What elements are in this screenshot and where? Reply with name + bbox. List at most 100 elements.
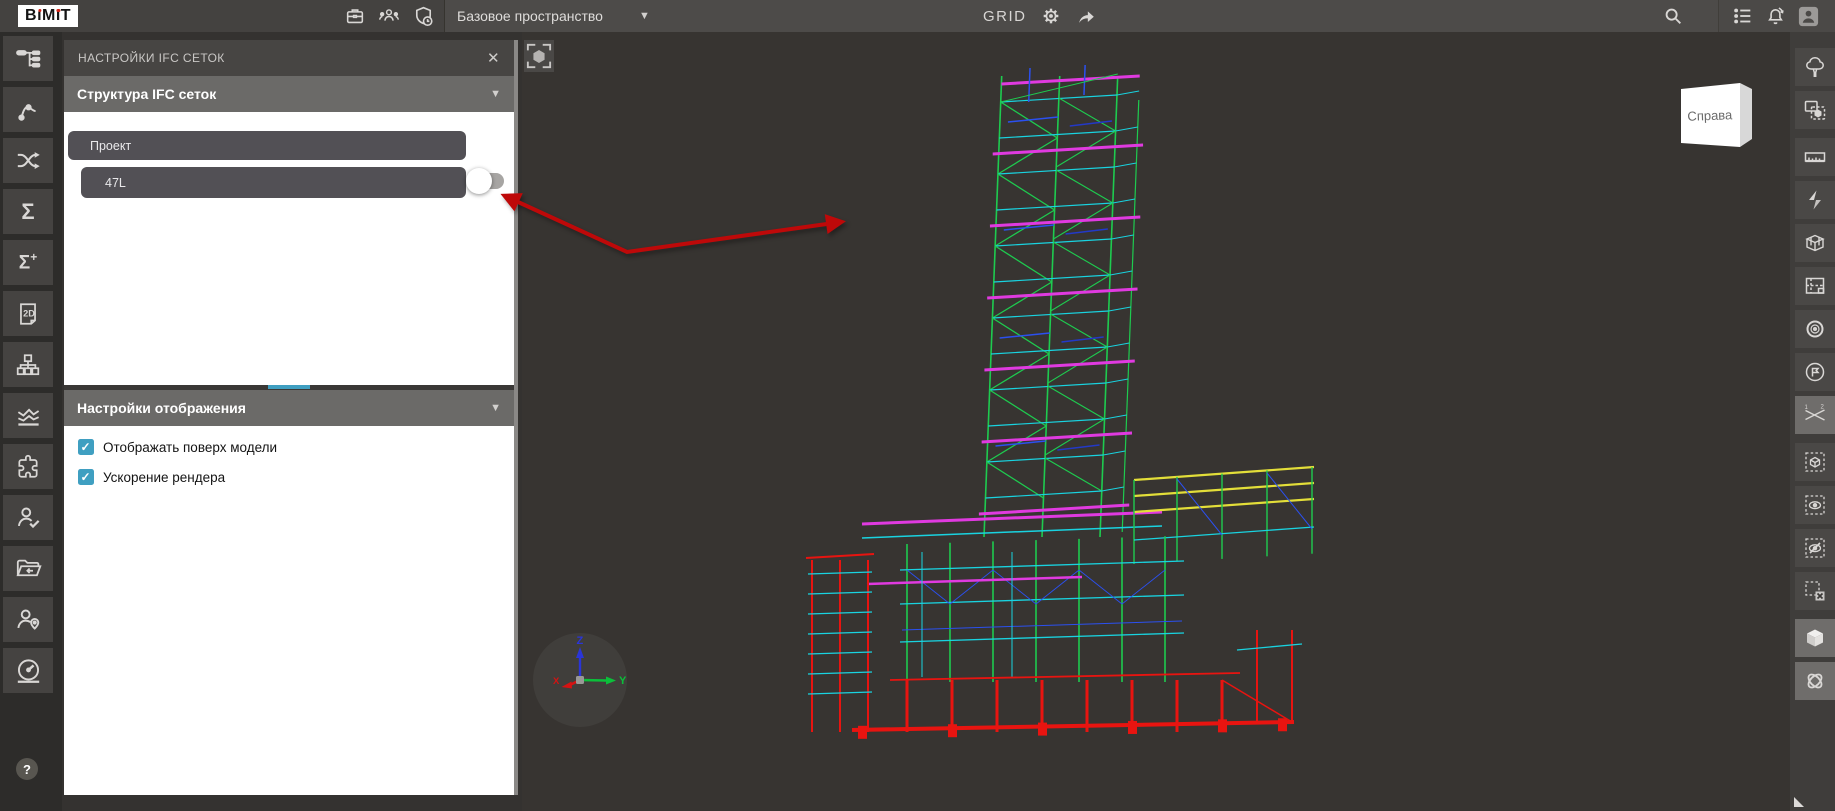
help-button[interactable]: ? [16,758,38,780]
share-icon[interactable] [1075,5,1097,27]
cloud-status-icon[interactable] [412,5,435,28]
chevron-down-icon: ▼ [490,89,501,100]
workspace-label: Базовое пространство [457,8,603,24]
svg-text:2D: 2D [23,308,35,318]
profile-icon[interactable] [1797,5,1820,28]
tool-flag-point[interactable] [1795,353,1835,391]
viewport-3d[interactable]: Справа Z Y X [522,32,1790,811]
tool-orbit-view[interactable] [1795,662,1835,700]
tree-node-47l[interactable]: 47L [81,167,466,198]
search-icon[interactable] [1662,5,1684,27]
tool-show-hidden[interactable] [1795,486,1835,524]
puzzle-icon [15,454,41,480]
axis-y-label: Y [619,675,627,687]
tool-clear-selection[interactable] [1795,572,1835,610]
section-display-title: Настройки отображения [77,400,246,416]
floor-plan-icon [1803,274,1827,298]
section-structure-header[interactable]: Структура IFC сеток ▼ [64,76,514,112]
ruler-icon [1803,145,1827,169]
target-icon [1803,317,1827,341]
tool-sigma-plus[interactable]: Σ+ [3,240,53,285]
briefcase-icon[interactable] [344,5,366,27]
view-cube[interactable]: Справа [1680,82,1756,152]
tool-gauge[interactable] [3,648,53,693]
tool-flash-section[interactable] [1795,181,1835,219]
tool-plugin-puzzle[interactable] [3,444,53,489]
tool-hierarchy[interactable] [3,342,53,387]
structure-tree-content: Проект 47L [64,112,514,385]
user-location-icon [15,606,42,633]
tool-sigma[interactable]: Σ [3,189,53,234]
display-settings-content: Отображать поверх модели Ускорение ренде… [64,426,514,795]
tool-user-check[interactable] [3,495,53,540]
tool-line-chart[interactable] [3,393,53,438]
project-title: GRID [983,8,1027,25]
section-box-icon [1803,231,1827,255]
tool-ruler[interactable] [1795,138,1835,176]
tool-sheet-2d[interactable]: 2D [3,291,53,336]
tool-folder-share[interactable] [3,546,53,591]
team-icon[interactable] [377,5,401,27]
tool-grid-axes[interactable]: 12 [1795,396,1835,434]
ifc-grid-settings-panel: НАСТРОЙКИ IFC СЕТОК ✕ Структура IFC сето… [64,40,518,795]
section-structure-title: Структура IFC сеток [77,86,216,102]
left-toolbar: Σ Σ+ 2D [0,32,62,811]
resize-grip-icon[interactable] [1794,797,1804,807]
top-bar-right [1718,0,1835,32]
panel-title: НАСТРОЙКИ IFC СЕТОК [78,51,225,65]
focus-button[interactable] [524,40,554,72]
axis-gizmo[interactable]: Z Y X [533,633,627,727]
model-3d-wireframe [522,32,1790,811]
eye-off-icon [1803,536,1827,560]
gauge-icon [15,657,42,684]
panel-section-divider [64,385,514,390]
folder-share-icon [15,555,42,582]
workspace-selector[interactable]: Базовое пространство ▼ [457,0,650,32]
view-cube-label: Справа [1687,107,1733,124]
visibility-toggle[interactable] [466,168,492,194]
checkbox-icon[interactable] [78,439,94,455]
checkbox-overlay-model[interactable]: Отображать поверх модели [78,439,277,455]
settings-gear-icon[interactable] [1040,5,1062,27]
eye-icon [1803,493,1827,517]
geometry-path-icon [15,97,41,123]
axis-x-label: X [553,676,560,687]
shuffle-icon [15,147,42,174]
tool-geometry-path[interactable] [3,87,53,132]
tool-section-box[interactable] [1795,224,1835,262]
top-bar: BıMıT Базовое пространство ▼ GRID [0,0,1835,32]
tool-solid-view[interactable] [1795,619,1835,657]
nature-tree-icon [1803,55,1827,79]
tree-node-project[interactable]: Проект [68,131,466,160]
sigma-plus-icon: Σ+ [19,250,37,274]
user-check-icon [15,504,42,531]
menu-list-icon[interactable] [1732,5,1754,27]
structure-tree-icon [15,45,42,72]
tool-floor-plan[interactable] [1795,267,1835,305]
grid-axes-icon: 12 [1803,403,1827,427]
application-window: BıMıT Базовое пространство ▼ GRID [0,0,1835,811]
chevron-down-icon: ▼ [639,11,650,22]
close-icon[interactable]: ✕ [487,49,500,67]
tool-user-location[interactable] [3,597,53,642]
resize-handle[interactable] [268,385,310,389]
app-logo: BıMıT [18,5,78,27]
line-chart-icon [15,402,42,429]
svg-text:1: 1 [1805,405,1809,411]
tool-selection-overlap[interactable] [1795,91,1835,129]
tool-structure-tree[interactable] [3,36,53,81]
tool-nature-tree[interactable] [1795,48,1835,86]
axis-z-label: Z [577,635,584,647]
tool-shuffle[interactable] [3,138,53,183]
right-toolbar: 12 [1790,32,1835,811]
tool-hide-object[interactable] [1795,529,1835,567]
checkbox-icon[interactable] [78,469,94,485]
tool-target-focus[interactable] [1795,310,1835,348]
checkbox-render-acceleration[interactable]: Ускорение рендера [78,469,225,485]
section-display-header[interactable]: Настройки отображения ▼ [64,390,514,426]
clear-x-icon [1803,579,1827,603]
tool-isolate-box[interactable] [1795,443,1835,481]
notifications-icon[interactable] [1764,5,1787,28]
hierarchy-icon [15,352,41,378]
top-bar-left: BıMıT [0,0,445,32]
